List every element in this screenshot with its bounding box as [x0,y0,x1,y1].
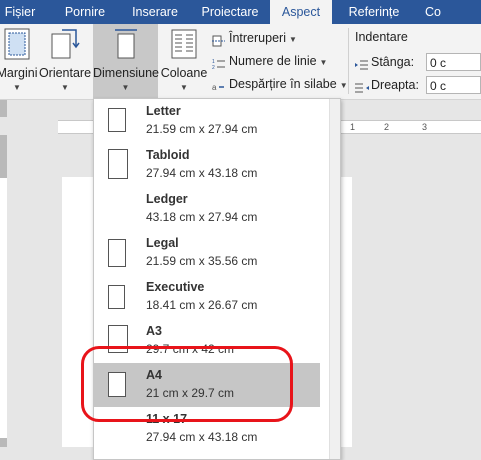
columns-icon [171,28,197,63]
tab-references[interactable]: Referințe [340,0,408,24]
chevron-down-icon: ▼ [288,35,297,44]
svg-text:2: 2 [212,65,215,70]
columns-button[interactable]: Coloane ▼ [159,24,209,99]
indent-right-icon [355,80,369,93]
document-background [352,177,481,447]
columns-label: Coloane [160,66,208,80]
chevron-down-icon: ▼ [121,83,130,92]
ribbon-separator [348,28,349,94]
margins-button[interactable]: Margini ▼ [0,24,38,99]
ribbon-tab-bar: Fișier Pornire Inserare Proiectare Aspec… [0,0,481,24]
indent-left-label: Stânga: [371,55,415,69]
margins-label: Margini [0,66,38,80]
hyphenation-icon: a [212,79,226,92]
chevron-down-icon: ▼ [13,83,21,92]
paper-icon [108,285,125,309]
paper-size-name: Tabloid [146,148,190,162]
paper-size-dims: 21.59 cm x 35.56 cm [146,254,258,268]
chevron-down-icon: ▼ [339,81,348,90]
paper-size-dims: 27.94 cm x 43.18 cm [146,166,258,180]
tab-design[interactable]: Proiectare [195,0,265,24]
paper-icon [108,149,128,179]
indent-right-input[interactable]: 0 c [426,76,481,94]
indent-left-icon [355,57,369,70]
paper-size-name: Letter [146,104,181,118]
orientation-label: Orientare [38,66,92,80]
tab-mailings[interactable]: Co [418,0,448,24]
chevron-down-icon: ▼ [319,58,328,67]
hyphenation-label: Despărțire în silabe [229,77,337,91]
paper-size-dims: 27.94 cm x 43.18 cm [146,430,258,444]
ruler-number: 3 [422,122,428,132]
paper-size-icon [113,28,139,63]
vertical-ruler [0,100,7,447]
paper-icon [108,108,126,132]
paper-size-dims: 21.59 cm x 27.94 cm [146,122,258,136]
tab-insert[interactable]: Inserare [125,0,185,24]
paper-size-item-tabloid[interactable]: Tabloid 27.94 cm x 43.18 cm [94,143,320,187]
annotation-highlight-ring [81,346,293,422]
size-label: Dimensiune [93,66,160,80]
chevron-down-icon: ▼ [61,83,69,92]
hyphenation-button[interactable]: a Despărțire în silabe ▼ [212,74,348,94]
paper-size-dims: 43.18 cm x 27.94 cm [146,210,258,224]
paper-size-item-ledger[interactable]: Ledger 43.18 cm x 27.94 cm [94,187,320,231]
orientation-button[interactable]: Orientare ▼ [38,24,92,99]
paper-size-item-legal[interactable]: Legal 21.59 cm x 35.56 cm [94,231,320,275]
paper-size-name: A3 [146,324,162,338]
page-break-icon [212,33,226,47]
indent-right-label: Dreapta: [371,78,419,92]
orientation-icon [50,28,80,63]
indent-group-title: Indentare [355,30,408,44]
tab-home[interactable]: Pornire [55,0,115,24]
ribbon: Margini ▼ Orientare ▼ Dimensiune ▼ Coloa… [0,24,481,100]
paper-size-name: Executive [146,280,205,294]
paper-size-item-executive[interactable]: Executive 18.41 cm x 26.67 cm [94,275,320,319]
margins-icon [4,28,30,63]
chevron-down-icon: ▼ [180,83,188,92]
paper-size-dims: 18.41 cm x 26.67 cm [146,298,258,312]
indent-left-row: Stânga: [355,52,414,72]
line-numbers-icon: 12 [212,56,226,71]
paper-size-name: Ledger [146,192,188,206]
svg-text:a: a [212,83,217,92]
ruler-number: 1 [350,122,356,132]
paper-size-item-letter[interactable]: Letter 21.59 cm x 27.94 cm [94,99,320,143]
paper-icon [108,239,126,267]
indent-left-input[interactable]: 0 c [426,53,481,71]
paper-size-name: Legal [146,236,179,250]
indent-right-row: Dreapta: [355,75,419,95]
breaks-label: Întreruperi [229,31,286,45]
breaks-button[interactable]: Întreruperi ▼ [212,28,297,48]
tab-layout[interactable]: Aspect [270,0,332,24]
ruler-number: 2 [384,122,390,132]
line-numbers-label: Numere de linie [229,54,317,68]
line-numbers-button[interactable]: 12 Numere de linie ▼ [212,51,327,71]
tab-file[interactable]: Fișier [0,0,40,24]
size-button[interactable]: Dimensiune ▼ [93,24,160,99]
dropdown-scrollbar[interactable] [329,99,340,459]
